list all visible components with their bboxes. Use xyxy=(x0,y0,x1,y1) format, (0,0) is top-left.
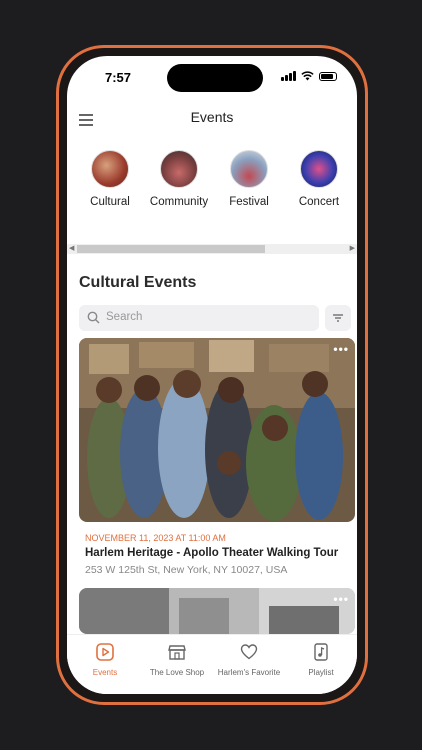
category-strip: Cultural Community Festival Concert xyxy=(67,150,357,208)
search-input[interactable]: Search xyxy=(79,305,319,331)
scroll-left-arrow-icon[interactable]: ◀ xyxy=(69,244,74,254)
status-icons xyxy=(281,71,337,81)
tab-the-love-shop[interactable]: The Love Shop xyxy=(141,643,213,677)
tab-events[interactable]: Events xyxy=(69,643,141,677)
section-title: Cultural Events xyxy=(79,274,197,291)
battery-icon xyxy=(319,71,337,81)
category-label: Cultural xyxy=(90,196,130,208)
category-label: Community xyxy=(149,196,209,208)
category-community[interactable]: Community xyxy=(143,150,215,208)
event-address: 253 W 125th St, New York, NY 10027, USA xyxy=(85,564,288,576)
tab-harlems-favorite[interactable]: Harlem's Favorite xyxy=(213,643,285,677)
tab-playlist[interactable]: Playlist xyxy=(285,643,357,677)
dynamic-island xyxy=(167,64,263,92)
category-community-image xyxy=(160,150,198,188)
wifi-icon xyxy=(301,71,314,81)
event-photo xyxy=(79,338,355,522)
category-concert-image xyxy=(300,150,338,188)
category-label: Concert xyxy=(298,196,340,208)
more-options-icon[interactable]: ••• xyxy=(333,342,349,356)
filter-icon xyxy=(333,314,343,322)
tab-label: Playlist xyxy=(308,668,334,677)
bottom-tab-bar: Events The Love Shop Harlem's Favorite P… xyxy=(67,634,357,694)
event-title[interactable]: Harlem Heritage - Apollo Theater Walking… xyxy=(85,547,338,559)
play-square-icon xyxy=(96,643,114,661)
phone-frame: 7:57 Events Cultural Community Festival … xyxy=(56,45,368,705)
search-placeholder: Search xyxy=(106,311,143,323)
event-date: NOVEMBER 11, 2023 AT 11:00 AM xyxy=(85,533,226,543)
signal-icon xyxy=(281,71,296,81)
more-options-icon[interactable]: ••• xyxy=(333,592,349,606)
app-screen: 7:57 Events Cultural Community Festival … xyxy=(67,56,357,694)
tab-label: Harlem's Favorite xyxy=(217,668,281,677)
status-time: 7:57 xyxy=(105,70,132,85)
category-festival[interactable]: Festival xyxy=(213,150,285,208)
shop-icon xyxy=(168,645,186,660)
event-card-image[interactable]: ••• xyxy=(79,588,355,634)
category-cultural[interactable]: Cultural xyxy=(74,150,146,208)
music-file-icon xyxy=(314,643,328,661)
tab-label: The Love Shop xyxy=(149,668,205,677)
scroll-thumb[interactable] xyxy=(77,245,265,253)
heart-icon xyxy=(240,644,258,660)
category-concert[interactable]: Concert xyxy=(283,150,355,208)
category-scrollbar[interactable]: ◀ ▶ xyxy=(67,244,357,254)
category-cultural-image xyxy=(91,150,129,188)
scroll-right-arrow-icon[interactable]: ▶ xyxy=(350,244,355,254)
filter-button[interactable] xyxy=(325,305,351,331)
page-title: Events xyxy=(190,109,234,125)
search-icon xyxy=(87,311,100,324)
category-label: Festival xyxy=(229,196,269,208)
event-photo xyxy=(79,588,355,634)
tab-label: Events xyxy=(92,668,118,677)
category-festival-image xyxy=(230,150,268,188)
event-card-image[interactable]: ••• xyxy=(79,338,355,522)
